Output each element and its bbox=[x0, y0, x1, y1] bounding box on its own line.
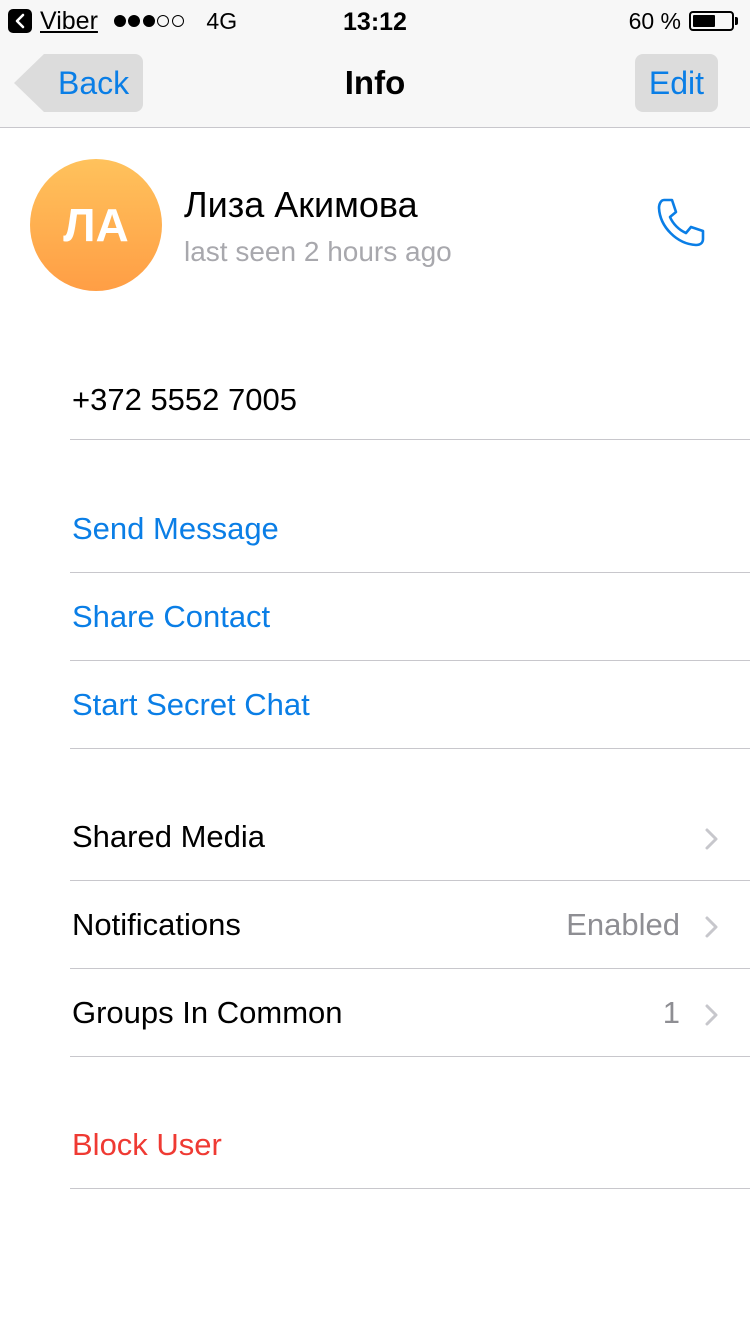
avatar[interactable]: ЛА bbox=[30, 159, 162, 291]
groups-in-common-label: Groups In Common bbox=[72, 995, 343, 1030]
block-user-row[interactable]: Block User bbox=[0, 1101, 750, 1189]
block-user-button[interactable]: Block User bbox=[72, 1127, 222, 1163]
groups-in-common-row[interactable]: Groups In Common 1 bbox=[0, 969, 750, 1057]
divider bbox=[70, 748, 750, 749]
send-message-button[interactable]: Send Message bbox=[72, 511, 279, 547]
battery-percent: 60 % bbox=[628, 7, 681, 34]
groups-in-common-count: 1 bbox=[662, 995, 680, 1030]
battery-tip bbox=[735, 17, 738, 25]
notifications-label: Notifications bbox=[72, 907, 241, 942]
avatar-initials: ЛА bbox=[63, 199, 129, 251]
edit-label: Edit bbox=[648, 64, 704, 101]
divider bbox=[70, 1188, 750, 1189]
battery-indicator: 60 % bbox=[629, 8, 738, 34]
shared-media-label: Shared Media bbox=[72, 819, 266, 854]
chevron-right-icon bbox=[705, 916, 718, 938]
battery-icon bbox=[689, 11, 734, 31]
chevron-right-icon bbox=[705, 1004, 718, 1026]
status-bar: Viber 4G 13:12 60 % bbox=[0, 0, 750, 40]
call-button[interactable] bbox=[650, 192, 712, 254]
contact-name: Лиза Акимова bbox=[184, 184, 418, 225]
battery-fill bbox=[693, 15, 715, 27]
phone-row[interactable]: +372 5552 7005 bbox=[0, 352, 750, 440]
last-seen-status: last seen 2 hours ago bbox=[184, 236, 452, 267]
notifications-value: Enabled bbox=[566, 907, 680, 942]
start-secret-chat-row[interactable]: Start Secret Chat bbox=[0, 661, 750, 749]
start-secret-chat-button[interactable]: Start Secret Chat bbox=[72, 687, 310, 723]
divider bbox=[70, 1056, 750, 1057]
shared-media-row[interactable]: Shared Media bbox=[0, 793, 750, 881]
chevron-right-icon bbox=[705, 828, 718, 850]
notifications-row[interactable]: Notifications Enabled bbox=[0, 881, 750, 969]
share-contact-row[interactable]: Share Contact bbox=[0, 573, 750, 661]
navigation-bar: Back Info Edit bbox=[0, 40, 750, 128]
edit-button[interactable]: Edit bbox=[634, 54, 718, 112]
send-message-row[interactable]: Send Message bbox=[0, 485, 750, 573]
divider bbox=[70, 439, 750, 440]
phone-icon bbox=[657, 198, 705, 247]
phone-number[interactable]: +372 5552 7005 bbox=[72, 382, 297, 418]
share-contact-button[interactable]: Share Contact bbox=[72, 599, 270, 635]
